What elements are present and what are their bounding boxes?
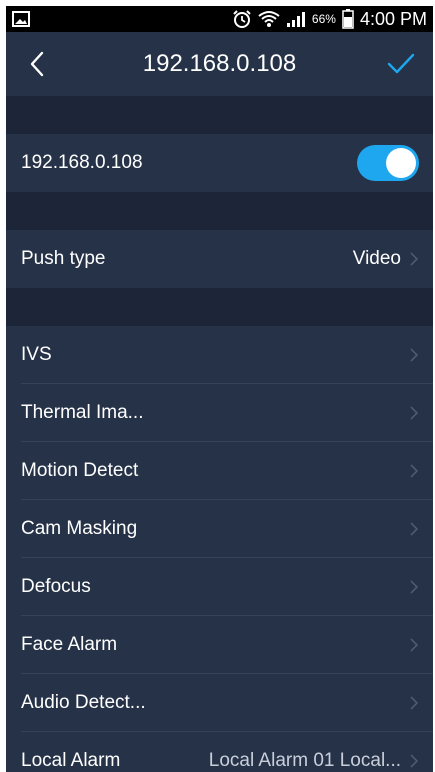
push-type-label: Push type	[21, 248, 106, 269]
event-row-local-alarm[interactable]: Local Alarm Local Alarm 01 Local...	[6, 732, 433, 772]
nav-bar: 192.168.0.108	[6, 32, 433, 96]
event-label: Cam Masking	[21, 518, 138, 539]
gallery-icon	[12, 11, 30, 27]
event-label: Audio Detect...	[21, 692, 146, 713]
wifi-icon	[258, 11, 280, 27]
device-enable-toggle[interactable]	[357, 145, 419, 181]
signal-icon	[286, 12, 305, 27]
chevron-right-icon	[410, 252, 419, 266]
chevron-right-icon	[410, 696, 419, 710]
device-label: 192.168.0.108	[21, 152, 143, 173]
event-row-motion-detect[interactable]: Motion Detect	[6, 442, 433, 500]
event-row-ivs[interactable]: IVS	[6, 326, 433, 384]
event-label: Thermal Ima...	[21, 402, 144, 423]
chevron-right-icon	[410, 348, 419, 362]
event-label: IVS	[21, 344, 52, 365]
event-row-defocus[interactable]: Defocus	[6, 558, 433, 616]
battery-icon	[342, 9, 354, 29]
status-time: 4:00 PM	[359, 8, 427, 29]
event-label: Motion Detect	[21, 460, 139, 481]
event-value: Local Alarm 01 Local...	[208, 750, 401, 771]
device-toggle-row: 192.168.0.108	[6, 134, 433, 192]
app-frame: 66% 4:00 PM 192.168.0.108 192.168.0.108 …	[6, 6, 433, 772]
page-title: 192.168.0.108	[142, 50, 297, 77]
section-gap	[6, 96, 433, 134]
chevron-right-icon	[410, 464, 419, 478]
chevron-right-icon	[410, 638, 419, 652]
chevron-right-icon	[410, 754, 419, 768]
toggle-knob	[386, 148, 416, 178]
chevron-right-icon	[410, 406, 419, 420]
event-row-face-alarm[interactable]: Face Alarm	[6, 616, 433, 674]
push-type-row[interactable]: Push type Video	[6, 230, 433, 288]
battery-percent: 66%	[311, 12, 336, 26]
event-row-thermal[interactable]: Thermal Ima...	[6, 384, 433, 442]
alarm-clock-icon	[233, 10, 251, 28]
event-row-cam-masking[interactable]: Cam Masking	[6, 500, 433, 558]
event-row-audio-detect[interactable]: Audio Detect...	[6, 674, 433, 732]
section-gap	[6, 288, 433, 326]
chevron-right-icon	[410, 580, 419, 594]
push-type-value: Video	[352, 248, 401, 269]
status-bar: 66% 4:00 PM	[6, 6, 433, 32]
event-label: Face Alarm	[21, 634, 118, 655]
section-gap	[6, 192, 433, 230]
event-label: Defocus	[21, 576, 91, 597]
back-button[interactable]	[26, 50, 50, 78]
confirm-button[interactable]	[387, 50, 415, 78]
event-label: Local Alarm	[21, 750, 121, 771]
chevron-right-icon	[410, 522, 419, 536]
